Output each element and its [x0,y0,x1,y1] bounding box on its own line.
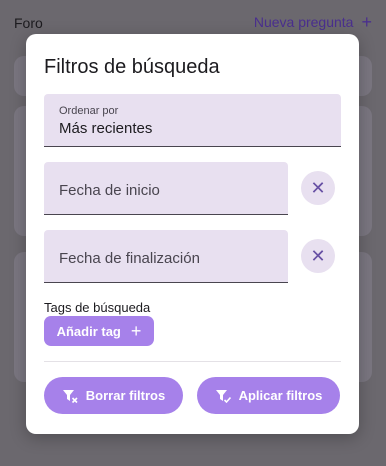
page-title: Foro [14,15,43,31]
add-tag-button[interactable]: Añadir tag + [44,316,154,346]
clear-filters-label: Borrar filtros [85,388,166,403]
filter-check-icon [215,388,231,404]
start-date-placeholder: Fecha de inicio [59,182,160,199]
clear-start-date-button[interactable]: ✕ [301,171,335,205]
sort-label: Ordenar por [59,105,119,117]
plus-icon: + [130,321,142,341]
dialog-title: Filtros de búsqueda [44,56,220,78]
sort-value: Más recientes [59,120,153,137]
divider [44,361,341,362]
new-question-label: Nueva pregunta [253,14,354,30]
end-date-field[interactable]: Fecha de finalización [44,230,288,283]
close-icon: ✕ [310,177,326,198]
new-question-button[interactable]: Nueva pregunta + [253,12,372,32]
clear-filters-button[interactable]: Borrar filtros [44,377,183,414]
tags-label: Tags de búsqueda [44,300,151,315]
apply-filters-label: Aplicar filtros [238,388,323,403]
plus-icon: + [361,12,372,32]
apply-filters-button[interactable]: Aplicar filtros [197,377,340,414]
close-icon: ✕ [310,245,326,266]
end-date-placeholder: Fecha de finalización [59,250,200,267]
sort-select[interactable]: Ordenar por Más recientes [44,94,341,147]
start-date-field[interactable]: Fecha de inicio [44,162,288,215]
search-filters-dialog: Filtros de búsqueda Ordenar por Más reci… [26,34,359,434]
clear-end-date-button[interactable]: ✕ [301,239,335,273]
filter-remove-icon [62,388,78,404]
add-tag-label: Añadir tag [56,323,121,339]
